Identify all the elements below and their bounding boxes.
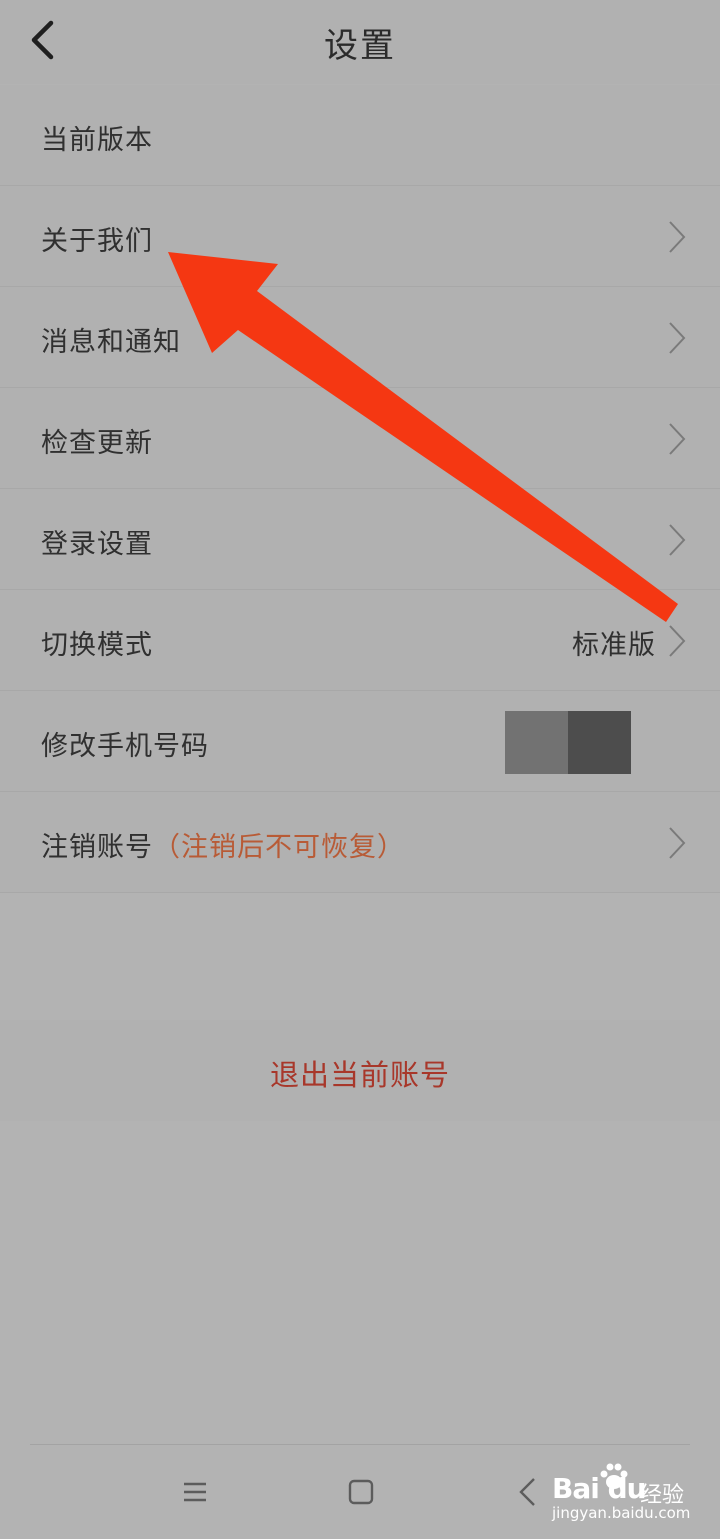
- mode-value: 标准版: [572, 630, 656, 661]
- divider: [30, 1444, 690, 1445]
- row-label: 消息和通知: [41, 327, 181, 358]
- home-icon[interactable]: [343, 1474, 379, 1510]
- row-login-settings[interactable]: 登录设置: [0, 489, 720, 590]
- chevron-right-icon: [669, 625, 686, 657]
- watermark-url: jingyan.baidu.com: [552, 1504, 691, 1522]
- chevron-right-icon: [669, 524, 686, 556]
- row-label: 修改手机号码: [41, 731, 209, 762]
- row-label: 关于我们: [41, 226, 153, 257]
- baidu-jingyan-watermark: Bai du 经验 jingyan.baidu.com: [552, 1460, 702, 1522]
- row-check-update[interactable]: 检查更新: [0, 388, 720, 489]
- logout-button[interactable]: 退出当前账号: [0, 1020, 720, 1121]
- row-label: 注销账号（注销后不可恢复）: [41, 825, 405, 864]
- toggle-knob: [568, 711, 631, 774]
- row-current-version: 当前版本: [0, 85, 720, 186]
- header: 设置: [0, 0, 720, 84]
- menu-icon[interactable]: [177, 1474, 213, 1510]
- chevron-right-icon: [669, 322, 686, 354]
- row-label: 当前版本: [41, 125, 153, 156]
- settings-list: 当前版本 关于我们 消息和通知 检查更新 登录设置 切换模式 标准版 修改手机号…: [0, 85, 720, 893]
- chevron-right-icon: [669, 423, 686, 455]
- paw-logo-icon: [600, 1463, 628, 1489]
- warning-text: （注销后不可恢复）: [153, 832, 405, 863]
- chevron-right-icon: [669, 221, 686, 253]
- toggle-switch[interactable]: [505, 711, 631, 774]
- page-title: 设置: [324, 26, 396, 66]
- row-switch-mode[interactable]: 切换模式 标准版: [0, 590, 720, 691]
- chevron-right-icon: [669, 827, 686, 859]
- row-change-phone[interactable]: 修改手机号码: [0, 691, 720, 792]
- row-label: 登录设置: [41, 529, 153, 560]
- row-delete-account[interactable]: 注销账号（注销后不可恢复）: [0, 792, 720, 893]
- logout-label: 退出当前账号: [269, 1058, 450, 1092]
- delete-account-label: 注销账号: [41, 832, 153, 863]
- toggle-track: [505, 711, 568, 774]
- row-label: 检查更新: [41, 428, 153, 459]
- row-label: 切换模式: [41, 630, 153, 661]
- back-nav-icon[interactable]: [510, 1474, 546, 1510]
- row-about-us[interactable]: 关于我们: [0, 186, 720, 287]
- row-messages-notifications[interactable]: 消息和通知: [0, 287, 720, 388]
